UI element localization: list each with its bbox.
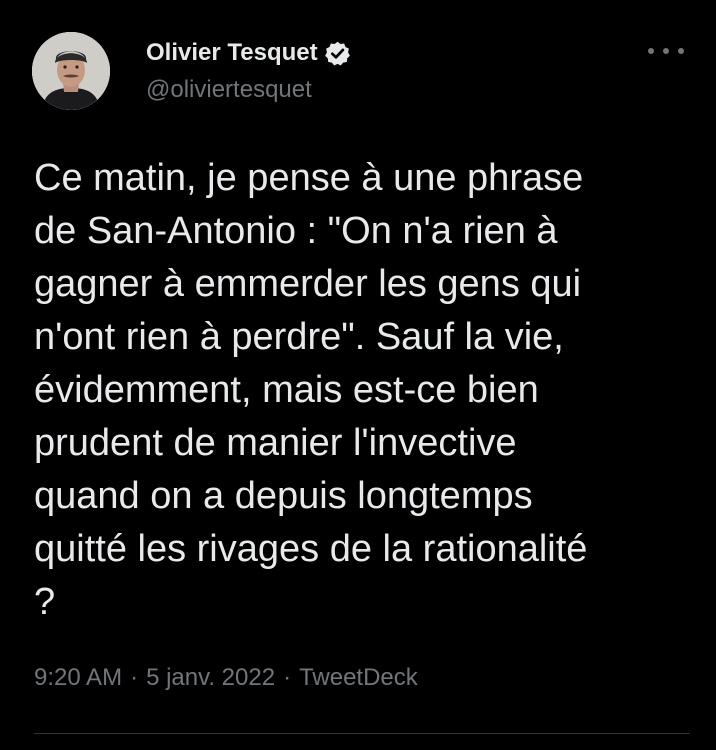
- avatar-image: [32, 32, 110, 110]
- tweet-metadata: 9:20 AM · 5 janv. 2022 · TweetDeck: [34, 664, 418, 692]
- tweet-time[interactable]: 9:20 AM: [34, 664, 122, 691]
- more-dot: [648, 48, 654, 54]
- meta-separator: ·: [283, 664, 292, 691]
- tweet-card: Olivier Tesquet @oliviertesquet Ce matin…: [0, 0, 716, 750]
- more-dot: [678, 48, 684, 54]
- more-dot: [663, 48, 669, 54]
- tweet-text: Ce matin, je pense à une phrase de San-A…: [34, 157, 588, 623]
- author-name-row: Olivier Tesquet: [146, 36, 351, 70]
- author-handle[interactable]: @oliviertesquet: [146, 76, 312, 104]
- tweet-date[interactable]: 5 janv. 2022: [146, 664, 275, 691]
- divider: [34, 733, 690, 734]
- meta-separator: ·: [130, 664, 139, 691]
- author-display-name[interactable]: Olivier Tesquet: [146, 39, 318, 67]
- verified-badge-icon: [324, 40, 351, 67]
- more-options-icon[interactable]: [648, 38, 684, 64]
- author-avatar[interactable]: [32, 32, 110, 110]
- tweet-source[interactable]: TweetDeck: [299, 664, 418, 691]
